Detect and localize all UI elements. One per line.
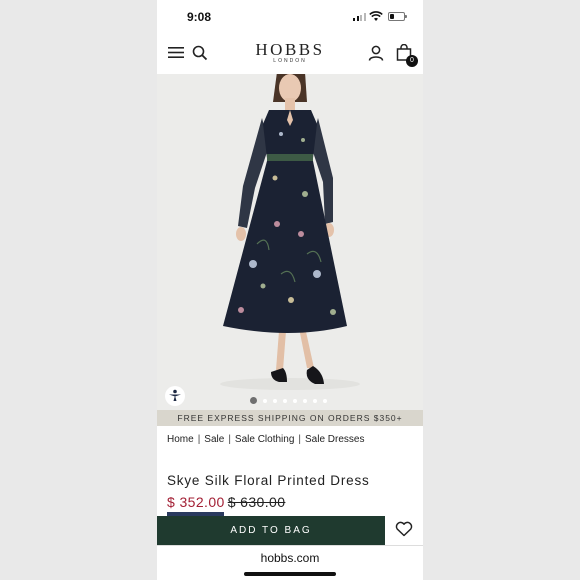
breadcrumb-separator: |: [298, 434, 302, 445]
shipping-banner: FREE EXPRESS SHIPPING ON ORDERS $350+: [157, 410, 423, 426]
carousel-dot[interactable]: [313, 398, 317, 403]
product-image-gallery[interactable]: [157, 74, 423, 410]
carousel-dot[interactable]: [250, 397, 257, 404]
status-bar: 9:08: [157, 0, 423, 32]
user-account-icon[interactable]: [368, 45, 384, 61]
breadcrumb-item-sale[interactable]: Sale: [204, 434, 224, 445]
product-price: $ 352.00 $ 630.00: [167, 494, 285, 510]
carousel-dot[interactable]: [303, 398, 307, 403]
breadcrumb-item-home[interactable]: Home: [167, 434, 194, 445]
home-indicator[interactable]: [244, 572, 336, 576]
battery-icon: [388, 12, 407, 21]
sustainability-badge[interactable]: [165, 386, 185, 406]
breadcrumb-item-sale-dresses[interactable]: Sale Dresses: [305, 434, 364, 445]
breadcrumb-item-sale-clothing[interactable]: Sale Clothing: [235, 434, 294, 445]
browser-address-bar[interactable]: hobbs.com: [157, 545, 423, 580]
add-to-bag-button[interactable]: ADD TO BAG: [157, 516, 385, 545]
carousel-dot[interactable]: [263, 398, 267, 403]
carousel-dot[interactable]: [323, 398, 327, 403]
url-text[interactable]: hobbs.com: [157, 551, 423, 565]
sale-price: $ 352.00: [167, 494, 225, 510]
carousel-dot[interactable]: [293, 398, 297, 403]
status-time: 9:08: [187, 10, 212, 24]
wishlist-heart-icon[interactable]: [395, 521, 413, 537]
carousel-indicator[interactable]: [250, 397, 327, 404]
breadcrumb: Home | Sale | Sale Clothing | Sale Dresses: [167, 434, 364, 445]
breadcrumb-separator: |: [228, 434, 231, 445]
carousel-dot[interactable]: [283, 398, 287, 403]
product-photo: [157, 74, 423, 410]
original-price: $ 630.00: [227, 494, 286, 510]
site-header: HOBBS LONDON 0: [157, 36, 423, 74]
cellular-signal-icon: [353, 13, 366, 21]
carousel-dot[interactable]: [273, 398, 277, 403]
product-title: Skye Silk Floral Printed Dress: [167, 473, 370, 488]
bag-count-badge: 0: [406, 55, 418, 67]
phone-screen: 9:08 HOBBS LONDON 0 FREE EXPRESS SHIPPIN…: [157, 0, 423, 580]
wifi-icon: [369, 11, 383, 21]
breadcrumb-separator: |: [197, 434, 201, 445]
person-pose-icon: [169, 389, 181, 401]
